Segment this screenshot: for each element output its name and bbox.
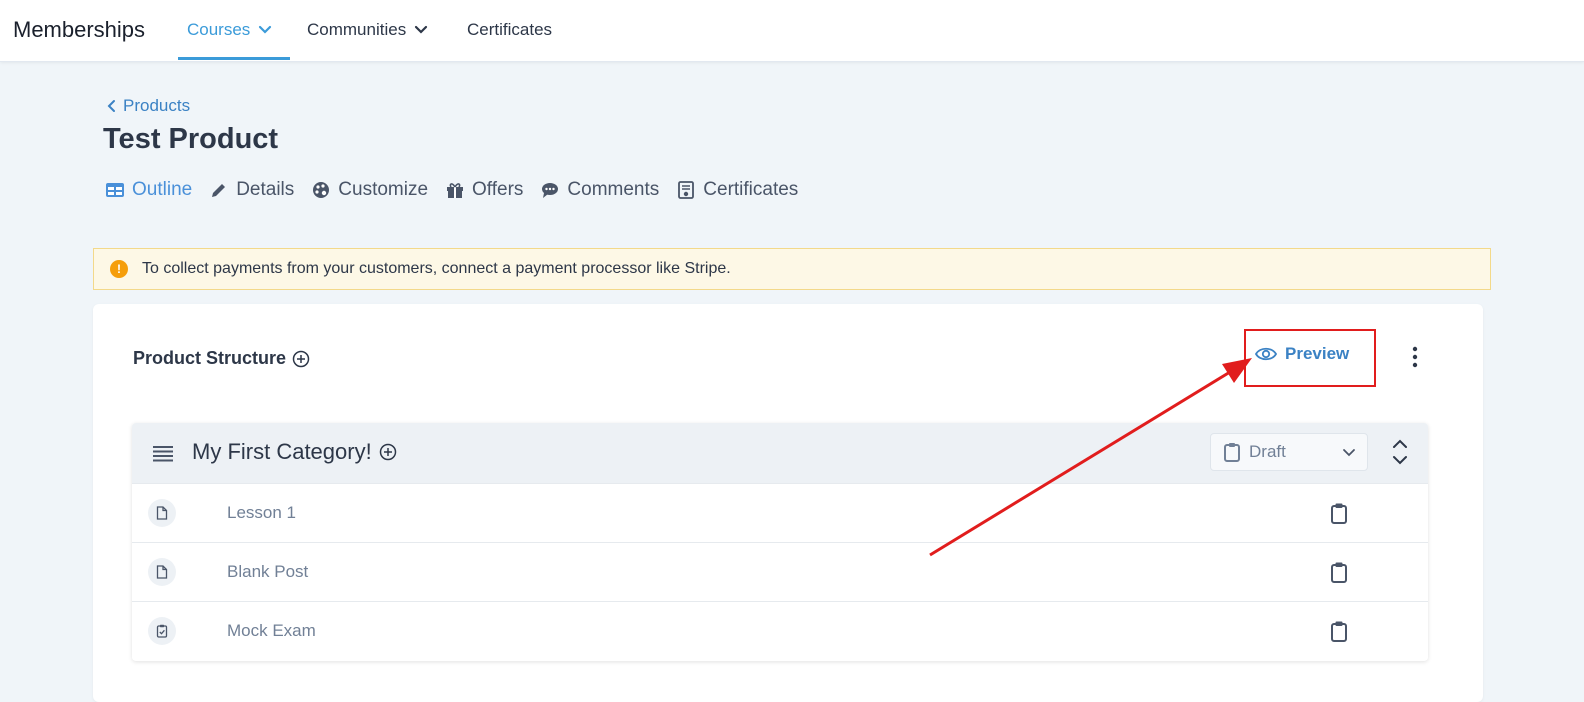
tab-offers[interactable]: Offers xyxy=(445,179,523,201)
breadcrumb-back-products[interactable]: Products xyxy=(107,96,190,116)
lesson-name: Mock Exam xyxy=(227,621,316,640)
table-icon xyxy=(106,183,124,197)
clipboard-icon[interactable] xyxy=(1330,620,1348,642)
clipboard-icon xyxy=(1224,443,1240,462)
pencil-icon xyxy=(212,184,226,197)
exclamation-icon: ! xyxy=(110,260,128,278)
palette-icon xyxy=(313,182,330,198)
product-structure-card: Product Structure Preview My First Categ… xyxy=(93,304,1483,702)
product-structure-title: Product Structure xyxy=(133,348,287,368)
nav-certificates-label: Certificates xyxy=(467,20,553,39)
tab-details[interactable]: Details xyxy=(209,179,294,201)
chevron-down-icon xyxy=(1343,449,1355,457)
tab-comments[interactable]: Comments xyxy=(540,179,659,201)
nav-communities[interactable]: Communities xyxy=(307,20,430,40)
nav-courses-label: Courses xyxy=(187,20,251,39)
nav-courses[interactable]: Courses xyxy=(187,20,274,40)
app-title: Memberships xyxy=(13,17,146,42)
file-icon xyxy=(148,558,176,586)
product-structure-heading: Product Structure xyxy=(133,348,310,369)
active-nav-indicator xyxy=(178,57,290,60)
preview-label: Preview xyxy=(1285,344,1350,363)
page-title: Test Product xyxy=(103,123,279,155)
tab-customize[interactable]: Customize xyxy=(311,179,428,201)
gift-icon xyxy=(447,183,464,198)
preview-button[interactable]: Preview xyxy=(1255,344,1349,364)
lesson-row[interactable]: Lesson 1 xyxy=(132,483,1428,542)
more-options-icon[interactable] xyxy=(1405,344,1425,370)
drag-handle-icon[interactable] xyxy=(152,443,174,463)
nav-communities-label: Communities xyxy=(307,20,407,39)
add-circle-icon[interactable] xyxy=(292,350,310,368)
top-navigation-bar: Memberships Courses Communities Certific… xyxy=(0,0,1584,62)
tab-outline[interactable]: Outline xyxy=(105,179,192,201)
quiz-icon xyxy=(148,617,176,645)
category-header: My First Category! Draft xyxy=(132,423,1428,483)
file-icon xyxy=(148,499,176,527)
tab-certificates-label: Certificates xyxy=(703,179,799,200)
certificate-icon xyxy=(678,181,695,199)
category-status-value: Draft xyxy=(1249,442,1286,461)
comment-icon xyxy=(542,183,559,198)
category-title-label: My First Category! xyxy=(192,439,372,464)
tab-certificates[interactable]: Certificates xyxy=(676,179,798,201)
product-tabs: Outline Details Customize Offers Comment… xyxy=(105,176,815,204)
chevron-down-icon xyxy=(415,25,428,34)
lesson-name: Lesson 1 xyxy=(227,503,296,522)
chevron-left-icon xyxy=(107,100,115,112)
tab-details-label: Details xyxy=(236,179,295,200)
category-panel: My First Category! Draft Lesson 1 Blank … xyxy=(132,423,1428,661)
payment-processor-alert: ! To collect payments from your customer… xyxy=(93,248,1491,290)
category-status-select[interactable]: Draft xyxy=(1210,433,1368,471)
category-title: My First Category! xyxy=(192,439,397,465)
lesson-name: Blank Post xyxy=(227,562,309,581)
tab-outline-label: Outline xyxy=(132,179,193,200)
lesson-row[interactable]: Mock Exam xyxy=(132,601,1428,660)
breadcrumb-label: Products xyxy=(123,96,191,115)
lesson-row[interactable]: Blank Post xyxy=(132,542,1428,601)
tab-offers-label: Offers xyxy=(472,179,524,200)
alert-text: To collect payments from your customers,… xyxy=(142,260,731,277)
eye-icon xyxy=(1255,347,1277,361)
clipboard-icon[interactable] xyxy=(1330,561,1348,583)
expand-collapse-icon[interactable] xyxy=(1390,437,1410,467)
clipboard-icon[interactable] xyxy=(1330,502,1348,524)
tab-customize-label: Customize xyxy=(338,179,429,200)
chevron-down-icon xyxy=(259,25,272,34)
tab-comments-label: Comments xyxy=(567,179,660,200)
add-circle-icon[interactable] xyxy=(379,443,397,461)
nav-certificates[interactable]: Certificates xyxy=(467,20,552,40)
